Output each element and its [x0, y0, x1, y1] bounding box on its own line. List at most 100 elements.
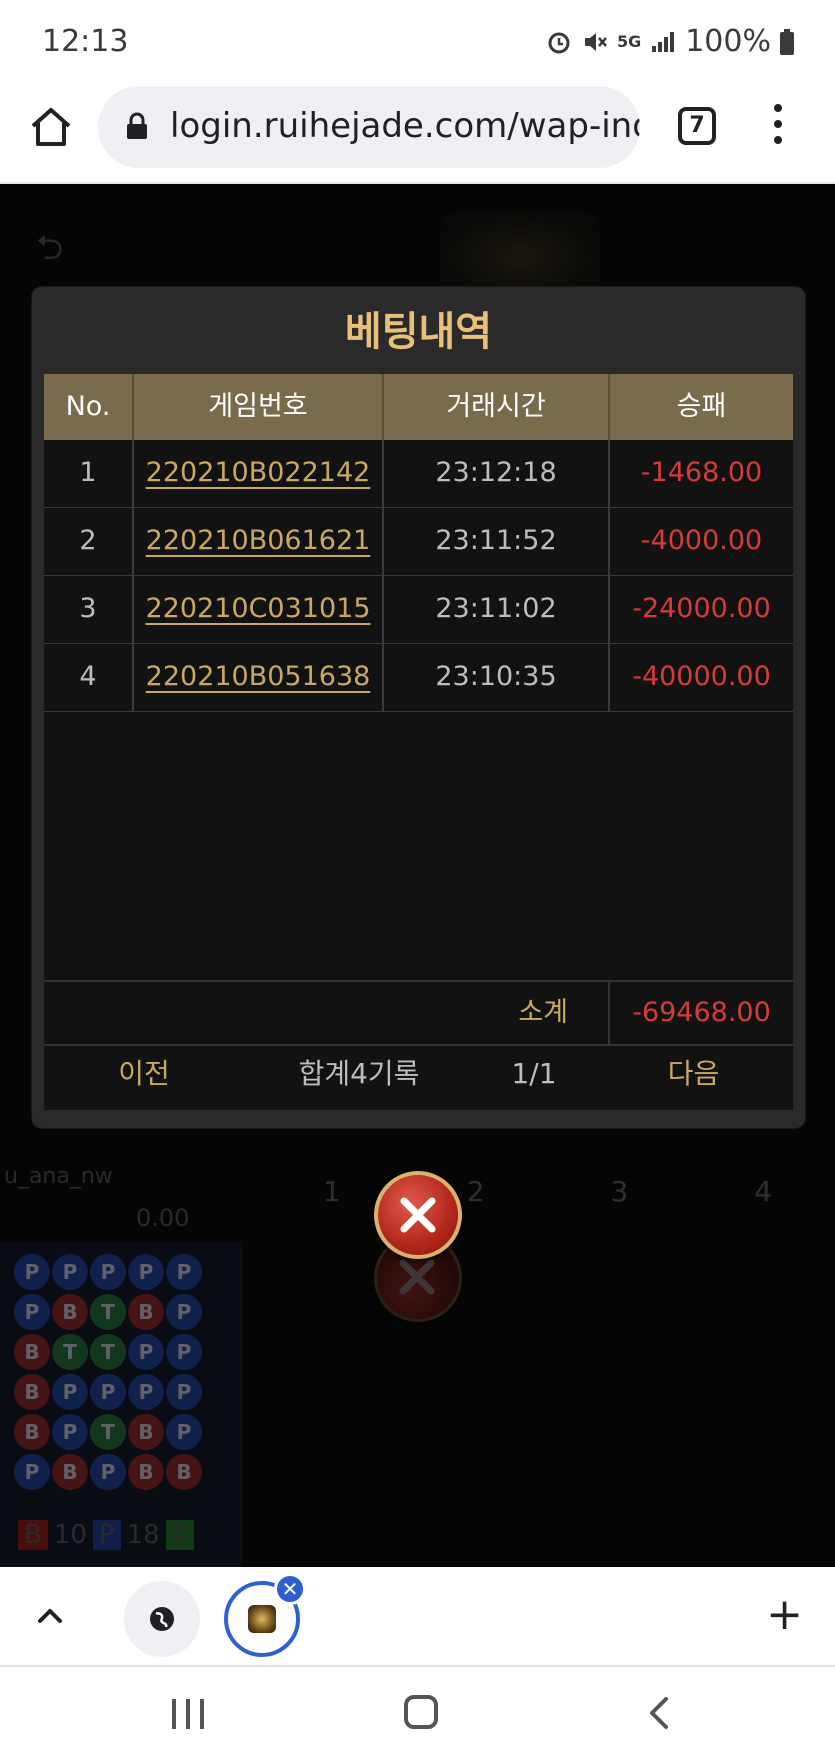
roadmap-dot: P	[166, 1374, 202, 1410]
status-bar: 12:13 5G 100%	[0, 0, 835, 80]
cell-time: 23:11:02	[384, 576, 610, 644]
status-time: 12:13	[42, 24, 129, 59]
cell-no: 4	[44, 644, 134, 712]
table-row: 1 220210B022142 23:12:18 -1468.00	[44, 440, 793, 508]
bg-tab: 3	[610, 1175, 629, 1208]
roadmap-dot: T	[90, 1414, 126, 1450]
roadmap-dot: P	[128, 1334, 164, 1370]
cell-result: -4000.00	[640, 525, 763, 556]
cell-result: -24000.00	[632, 593, 771, 624]
alarm-icon	[548, 32, 570, 53]
address-bar[interactable]: login.ruihejade.com/wap-ind	[98, 86, 640, 168]
cell-time: 23:10:35	[384, 644, 610, 712]
roadmap-dot: P	[90, 1254, 126, 1290]
col-header-game-id: 게임번호	[134, 374, 384, 440]
tab-switcher-button[interactable]: 7	[678, 107, 716, 145]
bg-balance: 0.00	[136, 1204, 190, 1232]
cell-game-id[interactable]: 220210B051638	[134, 644, 384, 712]
close-icon	[399, 1259, 435, 1295]
chevron-up-icon[interactable]	[36, 1601, 64, 1629]
bg-tab: 4	[754, 1175, 773, 1208]
roadmap-dot: B	[14, 1414, 50, 1450]
roadmap-dot: T	[90, 1294, 126, 1330]
cell-no: 3	[44, 576, 134, 644]
roadmap-dot: P	[14, 1254, 50, 1290]
bg-count-b-badge: B	[18, 1520, 48, 1550]
bg-roadmap: P P P P P P B T B P B T T P P B P P P P …	[0, 1242, 242, 1567]
roadmap-dot: P	[90, 1454, 126, 1490]
cell-result: -1468.00	[640, 457, 763, 488]
status-icons: 5G 100%	[545, 24, 795, 59]
mute-icon	[584, 32, 607, 51]
roadmap-dot: B	[166, 1454, 202, 1490]
roadmap-dot: P	[14, 1454, 50, 1490]
cell-no: 2	[44, 508, 134, 576]
roadmap-dot: B	[128, 1294, 164, 1330]
network-type: 5G	[616, 32, 642, 51]
roadmap-dot: B	[128, 1454, 164, 1490]
roadmap-dot: B	[52, 1454, 88, 1490]
subtotal-value: -69468.00	[632, 997, 771, 1028]
table-header: No. 게임번호 거래시간 승패	[44, 374, 793, 440]
roadmap-dot: P	[128, 1254, 164, 1290]
globe-icon	[150, 1607, 174, 1631]
tab-active-game[interactable]: ✕	[224, 1573, 306, 1657]
battery-percent: 100%	[685, 24, 771, 59]
cell-no: 1	[44, 440, 134, 508]
betting-history-modal: 베팅내역 No. 게임번호 거래시간 승패 1 220210B022142 23…	[32, 287, 805, 1128]
cell-game-id[interactable]: 220210C031015	[134, 576, 384, 644]
roadmap-dot: P	[166, 1414, 202, 1450]
bg-count-b: 10	[53, 1520, 87, 1550]
roadmap-dot: P	[52, 1254, 88, 1290]
col-header-time: 거래시간	[384, 374, 610, 440]
cell-game-id[interactable]: 220210B022142	[134, 440, 384, 508]
tab-globe[interactable]	[124, 1581, 200, 1657]
nav-back-icon[interactable]	[640, 1693, 680, 1733]
prev-page-button[interactable]: 이전	[44, 1046, 244, 1102]
pagination: 이전 합계4기록 1/1 다음	[44, 1046, 793, 1102]
roadmap-dot: P	[52, 1374, 88, 1410]
bg-count-t-badge: T	[165, 1520, 194, 1550]
roadmap-dot: P	[90, 1374, 126, 1410]
roadmap-dot: P	[128, 1374, 164, 1410]
subtotal-row: 소계 -69468.00	[44, 980, 793, 1046]
bg-count-p: 18	[126, 1520, 160, 1550]
cell-game-id[interactable]: 220210B061621	[134, 508, 384, 576]
page-indicator: 1/1	[511, 1057, 557, 1090]
table-row: 3 220210C031015 23:11:02 -24000.00	[44, 576, 793, 644]
recent-apps-icon[interactable]	[172, 1699, 204, 1729]
close-modal-button[interactable]	[374, 1171, 462, 1259]
game-id-link[interactable]: 220210B051638	[146, 661, 371, 692]
col-header-no: No.	[44, 374, 134, 440]
roadmap-dot: P	[52, 1414, 88, 1450]
subtotal-label: 소계	[44, 982, 610, 1044]
nav-home-icon[interactable]	[404, 1695, 438, 1729]
modal-title: 베팅내역	[344, 309, 493, 355]
col-header-result: 승패	[676, 391, 727, 422]
tab-strip: ✕ +	[0, 1567, 835, 1667]
bg-count-p-badge: P	[92, 1520, 121, 1550]
browser-toolbar: login.ruihejade.com/wap-ind 7	[0, 80, 835, 184]
home-icon[interactable]	[28, 104, 74, 150]
table-row: 2 220210B061621 23:11:52 -4000.00	[44, 508, 793, 576]
new-tab-button[interactable]: +	[766, 1593, 803, 1637]
close-icon	[400, 1197, 436, 1233]
roadmap-dot: B	[14, 1334, 50, 1370]
bg-username: u_ana_nw	[4, 1164, 113, 1189]
roadmap-dot: B	[52, 1294, 88, 1330]
back-arrow-icon: ⮌	[36, 228, 64, 268]
betting-table: No. 게임번호 거래시간 승패 1 220210B022142 23:12:1…	[44, 374, 793, 1110]
cell-time: 23:12:18	[384, 440, 610, 508]
game-id-link[interactable]: 220210C031015	[146, 593, 371, 624]
game-id-link[interactable]: 220210B061621	[146, 525, 371, 556]
roadmap-dot: P	[166, 1254, 202, 1290]
roadmap-dot: T	[52, 1334, 88, 1370]
more-options-icon[interactable]	[770, 104, 786, 148]
close-tab-icon[interactable]: ✕	[274, 1573, 306, 1605]
bg-table-tabs: 1 2 3 4	[260, 1162, 835, 1222]
game-id-link[interactable]: 220210B022142	[146, 457, 371, 488]
next-page-button[interactable]: 다음	[594, 1046, 793, 1102]
lock-icon	[127, 112, 147, 139]
roadmap-dot: P	[14, 1294, 50, 1330]
battery-icon	[780, 28, 794, 55]
